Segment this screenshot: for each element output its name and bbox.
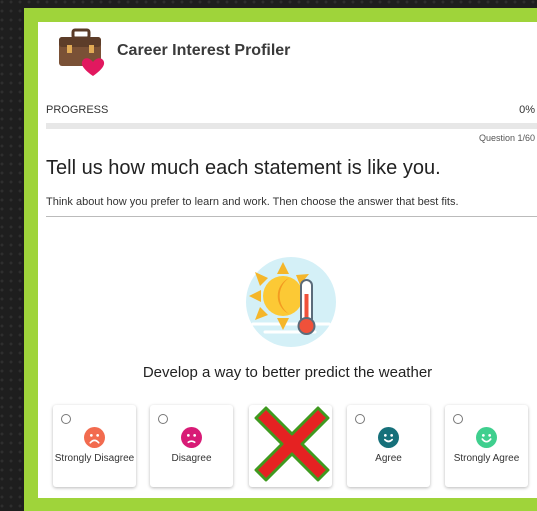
option-disagree[interactable]: Disagree — [150, 405, 233, 487]
sun-thermometer-icon — [246, 257, 336, 347]
page-heading: Tell us how much each statement is like … — [46, 157, 441, 179]
instruction-text: Think about how you prefer to learn and … — [46, 196, 459, 208]
option-label: Strongly Agree — [453, 453, 520, 464]
progress-percent: 0% — [519, 104, 535, 116]
very-sad-face-icon — [84, 427, 105, 448]
option-label: Agree — [375, 453, 402, 464]
divider — [46, 216, 537, 217]
radio-button[interactable] — [158, 414, 168, 424]
profiler-panel: Career Interest Profiler PROGRESS 0% Que… — [38, 22, 537, 498]
progress-bar — [46, 123, 537, 129]
very-happy-face-icon — [476, 427, 497, 448]
option-agree[interactable]: Agree — [347, 405, 430, 487]
radio-button[interactable] — [453, 414, 463, 424]
statement-text: Develop a way to better predict the weat… — [142, 364, 433, 381]
red-x-icon — [254, 406, 330, 482]
radio-button[interactable] — [355, 414, 365, 424]
option-strongly-disagree[interactable]: Strongly Disagree — [53, 405, 136, 487]
question-counter: Question 1/60 — [478, 133, 535, 143]
sad-face-icon — [181, 427, 202, 448]
option-label: Strongly Disagree — [54, 453, 135, 464]
option-label: Disagree — [171, 453, 212, 464]
progress-label: PROGRESS — [46, 104, 109, 116]
happy-face-icon — [378, 427, 399, 448]
option-strongly-agree[interactable]: Strongly Agree — [445, 405, 528, 487]
briefcase-heart-icon — [59, 28, 105, 76]
radio-button[interactable] — [61, 414, 71, 424]
app-title: Career Interest Profiler — [117, 42, 291, 59]
